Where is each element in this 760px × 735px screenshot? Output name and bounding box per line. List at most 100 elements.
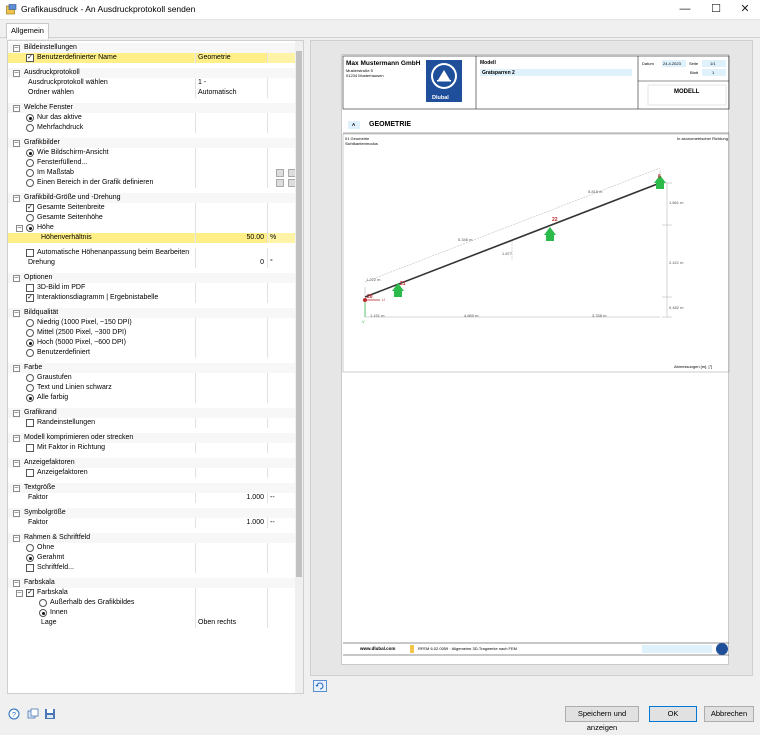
collapse-toggle-icon[interactable]: – [13, 104, 20, 112]
setting-row[interactable]: Fensterfüllend... [8, 158, 298, 168]
setting-value-cell[interactable] [195, 248, 267, 258]
setting-value-cell[interactable] [195, 588, 267, 598]
setting-row[interactable]: Gesamte Seitenhöhe [8, 213, 298, 223]
checkbox[interactable]: ✓ [26, 54, 34, 62]
collapse-toggle-icon[interactable]: – [13, 364, 20, 372]
setting-value-cell[interactable] [195, 158, 267, 168]
setting-row[interactable]: Nur das aktive [8, 113, 298, 123]
collapse-toggle-icon[interactable]: – [13, 484, 20, 492]
scrollbar-thumb[interactable] [296, 51, 302, 577]
checkbox[interactable]: ✓ [26, 294, 34, 302]
settings-scrollbar[interactable] [295, 41, 303, 693]
checkbox[interactable]: ✓ [26, 204, 34, 212]
radio-button[interactable] [26, 349, 34, 357]
setting-row[interactable]: Faktor 1.000 -- [8, 493, 298, 503]
collapse-toggle-icon[interactable]: – [13, 139, 20, 147]
group-header[interactable]: – Modell komprimieren oder strecken [8, 433, 298, 443]
setting-value-cell[interactable] [195, 223, 267, 233]
edit-icon[interactable] [276, 169, 284, 177]
collapse-toggle-icon[interactable]: – [13, 69, 20, 77]
radio-button[interactable] [26, 179, 34, 187]
setting-row[interactable]: Mehrfachdruck [8, 123, 298, 133]
group-header[interactable]: – Rahmen & Schriftfeld [8, 533, 298, 543]
radio-button[interactable] [26, 554, 34, 562]
setting-value-cell[interactable] [195, 213, 267, 223]
setting-row[interactable]: Lage Oben rechts [8, 618, 298, 628]
setting-value-cell[interactable]: 1.000 [195, 518, 267, 528]
copy-settings-icon[interactable] [27, 708, 39, 720]
checkbox[interactable] [26, 249, 34, 257]
setting-row[interactable]: ✓ Benutzerdefinierter Name Geometrie [8, 53, 298, 63]
cancel-button[interactable]: Abbrechen [704, 706, 754, 722]
collapse-toggle-icon[interactable]: – [13, 309, 20, 317]
collapse-toggle-icon[interactable]: – [13, 409, 20, 417]
setting-row[interactable]: Drehung 0 ° [8, 258, 298, 268]
radio-button[interactable] [26, 124, 34, 132]
setting-row[interactable]: Alle farbig [8, 393, 298, 403]
collapse-toggle-icon[interactable]: – [13, 534, 20, 542]
collapse-toggle-icon[interactable]: – [13, 194, 20, 202]
radio-button[interactable] [39, 599, 47, 607]
collapse-toggle-icon[interactable]: – [13, 274, 20, 282]
setting-value-cell[interactable] [195, 608, 267, 618]
setting-value-cell[interactable] [195, 293, 267, 303]
setting-value-cell[interactable] [195, 328, 267, 338]
group-header[interactable]: – Symbolgröße [8, 508, 298, 518]
checkbox[interactable]: ✓ [26, 589, 34, 597]
setting-row[interactable]: Automatische Höhenanpassung beim Bearbei… [8, 248, 298, 258]
setting-value-cell[interactable]: 1 - [195, 78, 267, 88]
setting-value-cell[interactable] [195, 443, 267, 453]
collapse-toggle-icon[interactable]: – [16, 224, 23, 232]
setting-value-cell[interactable] [195, 553, 267, 563]
setting-value-cell[interactable] [195, 468, 267, 478]
setting-row[interactable]: Einen Bereich in der Grafik definieren [8, 178, 298, 188]
setting-row[interactable]: Text und Linien schwarz [8, 383, 298, 393]
setting-value-cell[interactable]: 1.000 [195, 493, 267, 503]
save-and-show-button[interactable]: Speichern und anzeigen [565, 706, 639, 732]
checkbox[interactable] [26, 284, 34, 292]
ok-button[interactable]: OK [649, 706, 697, 722]
radio-button[interactable] [26, 319, 34, 327]
setting-value-cell[interactable] [195, 338, 267, 348]
setting-value-cell[interactable] [195, 178, 267, 188]
setting-value-cell[interactable] [195, 563, 267, 573]
radio-button[interactable] [26, 169, 34, 177]
setting-value-cell[interactable]: Oben rechts [195, 618, 267, 628]
setting-value-cell[interactable] [195, 123, 267, 133]
collapse-toggle-icon[interactable]: – [13, 44, 20, 52]
group-header[interactable]: – Grafikrand [8, 408, 298, 418]
minimize-button[interactable]: — [670, 0, 700, 20]
setting-row[interactable]: Schriftfeld... [8, 563, 298, 573]
group-header[interactable]: – Welche Fenster [8, 103, 298, 113]
save-settings-icon[interactable] [44, 708, 56, 720]
collapse-toggle-icon[interactable]: – [13, 579, 20, 587]
checkbox[interactable] [26, 564, 34, 572]
setting-row[interactable]: – Höhe [8, 223, 298, 233]
setting-row[interactable]: Ohne [8, 543, 298, 553]
setting-row[interactable]: – ✓ Farbskala [8, 588, 298, 598]
radio-button[interactable] [26, 384, 34, 392]
setting-row[interactable]: Mittel (2500 Pixel, ~300 DPI) [8, 328, 298, 338]
setting-value-cell[interactable]: 0 [195, 258, 267, 268]
group-header[interactable]: – Optionen [8, 273, 298, 283]
setting-row[interactable]: Innen [8, 608, 298, 618]
radio-button[interactable] [26, 544, 34, 552]
setting-row[interactable]: ✓ Interaktionsdiagramm | Ergebnistabelle [8, 293, 298, 303]
radio-button[interactable] [26, 214, 34, 222]
checkbox[interactable] [26, 444, 34, 452]
setting-row[interactable]: Höhenverhältnis 50.00% [8, 233, 298, 243]
radio-button[interactable] [26, 329, 34, 337]
close-button[interactable]: ✕ [730, 0, 760, 20]
setting-row[interactable]: 3D-Bild im PDF [8, 283, 298, 293]
setting-value-cell[interactable] [195, 543, 267, 553]
setting-row[interactable]: Randeinstellungen [8, 418, 298, 428]
group-header[interactable]: – Anzeigefaktoren [8, 458, 298, 468]
tab-allgemein[interactable]: Allgemein [6, 23, 49, 39]
group-header[interactable]: – Bildeinstellungen [8, 43, 298, 53]
setting-value-cell[interactable] [195, 598, 267, 608]
setting-row[interactable]: Gerahmt [8, 553, 298, 563]
checkbox[interactable] [26, 469, 34, 477]
radio-button[interactable] [26, 159, 34, 167]
setting-row[interactable]: Ausdruckprotokoll wählen 1 - [8, 78, 298, 88]
collapse-toggle-icon[interactable]: – [16, 589, 23, 597]
